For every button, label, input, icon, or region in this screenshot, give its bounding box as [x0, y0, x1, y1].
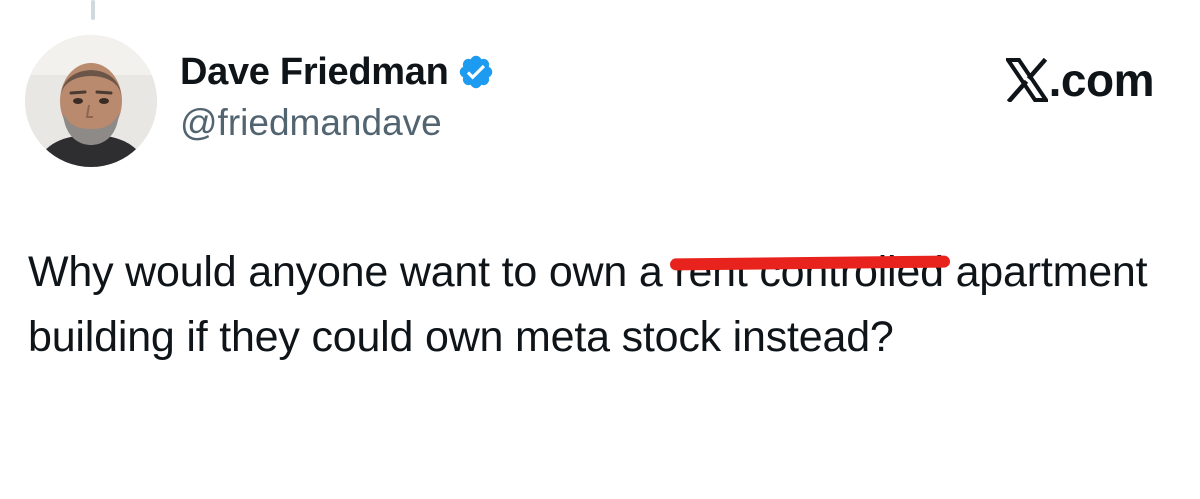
user-handle[interactable]: @friedmandave	[180, 102, 495, 144]
verified-badge-icon	[457, 53, 495, 91]
display-name[interactable]: Dave Friedman	[180, 51, 449, 94]
struck-through-phrase: rent controlled	[670, 240, 950, 305]
author-block: Dave Friedman @friedmandave	[180, 48, 495, 144]
brand-domain-label: .com	[1048, 54, 1155, 106]
name-row: Dave Friedman	[180, 48, 495, 96]
x-logo-icon	[1003, 57, 1050, 104]
avatar-photo	[25, 35, 157, 167]
avatar[interactable]	[25, 35, 157, 167]
tweet-text-before: Why would anyone want to own a	[28, 248, 675, 296]
tweet-text: Why would anyone want to own a rent cont…	[28, 240, 1158, 370]
thread-connector-line	[91, 0, 95, 20]
x-com-brand: .com	[1003, 52, 1155, 108]
